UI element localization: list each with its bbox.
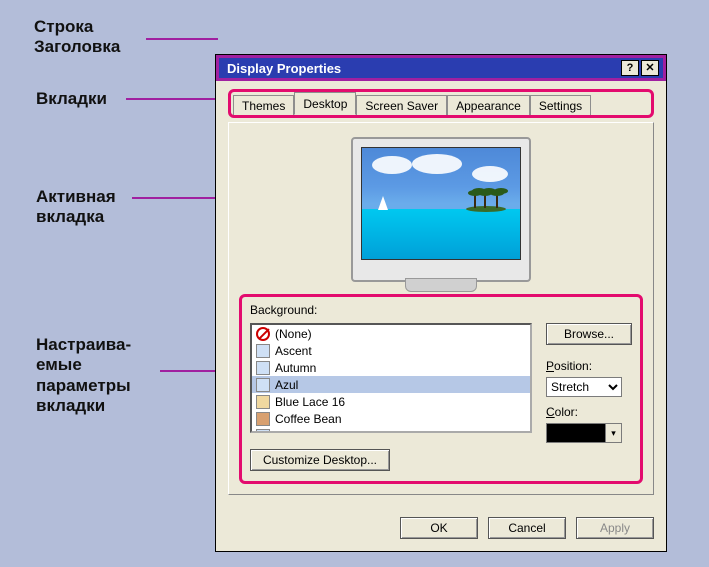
image-icon	[256, 429, 270, 434]
image-icon	[256, 412, 270, 426]
list-item-label: Crystal	[275, 429, 312, 434]
cancel-button[interactable]: Cancel	[488, 517, 566, 539]
list-item-label: Ascent	[275, 344, 312, 358]
none-icon	[256, 327, 270, 341]
list-item[interactable]: Crystal	[252, 427, 530, 433]
list-item[interactable]: Coffee Bean	[252, 410, 530, 427]
image-icon	[256, 361, 270, 375]
list-item[interactable]: Blue Lace 16	[252, 393, 530, 410]
color-picker[interactable]: ▾	[546, 423, 622, 443]
monitor-preview-icon	[351, 137, 531, 282]
list-item-label: Coffee Bean	[275, 412, 342, 426]
tab-screensaver[interactable]: Screen Saver	[356, 95, 447, 115]
annotation-line	[126, 98, 226, 100]
list-item-label: Blue Lace 16	[275, 395, 345, 409]
annotation-settings: Настраива- емые параметры вкладки	[36, 335, 131, 417]
background-listbox[interactable]: (None) Ascent Autumn Azul	[250, 323, 532, 433]
list-item-label: Autumn	[275, 361, 316, 375]
annotation-active-tab: Активная вкладка	[36, 187, 116, 228]
help-button[interactable]: ?	[621, 60, 639, 76]
window-title: Display Properties	[227, 61, 341, 76]
tab-appearance[interactable]: Appearance	[447, 95, 530, 115]
annotation-line	[132, 197, 224, 199]
titlebar[interactable]: Display Properties ? ✕	[216, 55, 666, 81]
tab-desktop[interactable]: Desktop	[294, 92, 356, 115]
customize-desktop-button[interactable]: Customize Desktop...	[250, 449, 390, 471]
chevron-down-icon: ▾	[605, 424, 621, 442]
position-label: Position:	[546, 359, 632, 373]
close-button[interactable]: ✕	[641, 60, 659, 76]
background-label: Background:	[250, 303, 632, 317]
image-icon	[256, 395, 270, 409]
position-select[interactable]: Stretch	[546, 377, 622, 397]
color-label: Color:	[546, 405, 632, 419]
tab-strip: Themes Desktop Screen Saver Appearance S…	[228, 89, 654, 118]
dialog-button-row: OK Cancel Apply	[216, 507, 666, 551]
list-item-label: (None)	[275, 327, 312, 341]
annotation-titlebar: Строка Заголовка	[34, 17, 120, 58]
settings-group: Background: (None) Ascent Autumn	[239, 294, 643, 484]
annotation-tabs: Вкладки	[36, 89, 107, 109]
tab-themes[interactable]: Themes	[233, 95, 294, 115]
annotation-line	[146, 38, 218, 40]
list-item[interactable]: Azul	[252, 376, 530, 393]
tab-settings[interactable]: Settings	[530, 95, 591, 115]
display-properties-dialog: Display Properties ? ✕ Themes Desktop Sc…	[215, 54, 667, 552]
ok-button[interactable]: OK	[400, 517, 478, 539]
browse-button[interactable]: Browse...	[546, 323, 632, 345]
list-item-label: Azul	[275, 378, 298, 392]
image-icon	[256, 378, 270, 392]
apply-button[interactable]: Apply	[576, 517, 654, 539]
list-item[interactable]: (None)	[252, 325, 530, 342]
list-item[interactable]: Ascent	[252, 342, 530, 359]
image-icon	[256, 344, 270, 358]
customize-desktop-label: Customize Desktop...	[263, 453, 377, 467]
list-item[interactable]: Autumn	[252, 359, 530, 376]
wallpaper-preview	[361, 147, 521, 260]
